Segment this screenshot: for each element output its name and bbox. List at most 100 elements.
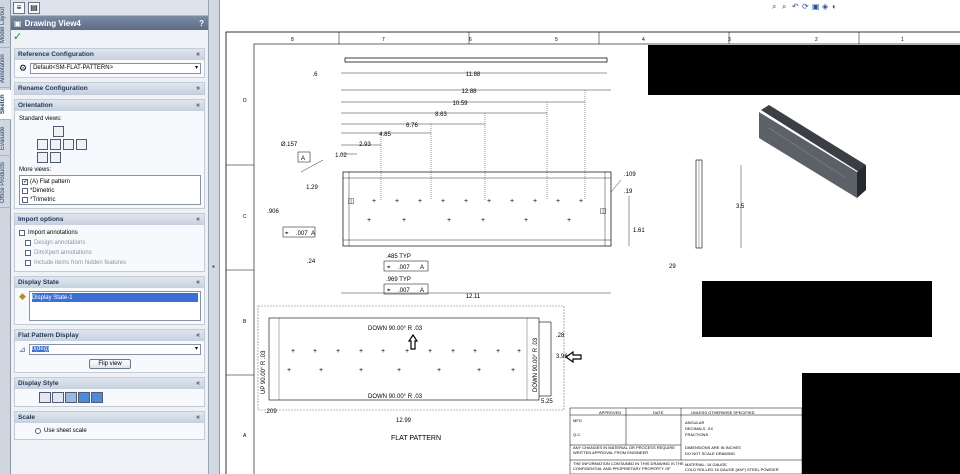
checkbox-icon — [22, 196, 28, 203]
panel-toolbar: ≡ ▤ — [11, 0, 208, 16]
hidden-features-checkbox[interactable]: Include items from hidden features — [19, 258, 201, 268]
reference-configuration-value: Default<SM-FLAT-PATTERN> — [33, 65, 114, 71]
display-state-header[interactable]: Display State « — [15, 277, 204, 288]
more-view-label: (A) Flat pattern — [30, 178, 71, 185]
view-top-button[interactable] — [53, 126, 64, 137]
gdt-frames: A ⌖ .007 A .485 TYP ⌖ .007 A .969 TYP ⌖ … — [282, 151, 429, 295]
checkbox-icon — [25, 240, 31, 246]
shaded-button[interactable] — [91, 392, 103, 403]
reference-configuration-select[interactable]: Default<SM-FLAT-PATTERN> ▾ — [30, 63, 201, 74]
panel-splitter[interactable]: ▪ — [209, 0, 220, 474]
dropdown-arrow-icon: ▾ — [194, 346, 198, 352]
dim-text: .906 — [267, 209, 279, 215]
collapse-chevron-icon: « — [196, 279, 200, 286]
panel-title: Drawing View4 — [24, 18, 81, 28]
svg-text:+: + — [481, 217, 485, 224]
tab-model-layout[interactable]: Model Layout — [0, 2, 11, 48]
dim-text: 1.02 — [335, 153, 347, 159]
display-style-heading: Display Style — [18, 380, 59, 387]
dim-text: 2.93 — [359, 142, 371, 148]
feature-tree-icon[interactable]: ≡ — [13, 1, 25, 14]
import-options-header[interactable]: Import options « — [15, 214, 204, 225]
orientation-header[interactable]: Orientation « — [15, 100, 204, 111]
svg-text:+: + — [359, 367, 363, 374]
list-item[interactable]: *Trimetric — [22, 195, 198, 204]
view-right-button[interactable] — [63, 139, 74, 150]
flat-pattern-display-header[interactable]: Flat Pattern Display « — [15, 330, 204, 341]
shaded-edges-button[interactable] — [78, 392, 90, 403]
svg-text:+: + — [447, 217, 451, 224]
datum-label: A — [301, 156, 305, 162]
view-back-button[interactable] — [76, 139, 87, 150]
reference-configuration-header[interactable]: Reference Configuration « — [15, 49, 204, 60]
checkbox-icon — [22, 187, 28, 194]
tab-evaluate[interactable]: Evaluate — [0, 122, 11, 156]
angle-icon: ⊿ — [19, 345, 26, 354]
list-item[interactable]: *Dimetric — [22, 186, 198, 195]
dim-text: 1.61 — [633, 228, 645, 234]
display-state-icon: ◆ — [19, 291, 26, 301]
svg-text:+: + — [510, 198, 514, 205]
design-annotations-checkbox[interactable]: Design annotations — [19, 238, 201, 248]
wireframe-style-button[interactable] — [39, 392, 51, 403]
graphics-area[interactable]: ⌕ ⌕ ↶ ⟳ ▣ ◈ ◐ 8 7 6 5 4 3 2 1 D C B A + … — [221, 0, 960, 474]
design-annotations-label: Design annotations — [34, 240, 86, 246]
svg-text:+: + — [451, 348, 455, 355]
display-state-heading: Display State — [18, 279, 59, 286]
use-sheet-scale-radio[interactable]: Use sheet scale — [19, 426, 201, 436]
property-manager-icon[interactable]: ▤ — [28, 1, 40, 14]
zone-col-label: 1 — [901, 37, 904, 43]
view-isometric-button[interactable] — [50, 152, 61, 163]
help-icon[interactable]: ? — [199, 19, 204, 28]
collapse-chevron-icon: « — [196, 51, 200, 58]
zone-col-label: 5 — [555, 37, 558, 43]
view-bottom-button[interactable] — [37, 152, 48, 163]
view-left-button[interactable] — [37, 139, 48, 150]
svg-text:+: + — [359, 348, 363, 355]
flip-view-button[interactable]: Flip view — [89, 359, 131, 369]
side-view — [695, 159, 703, 249]
collapse-chevron-icon: « — [196, 216, 200, 223]
arrow-up-icon — [407, 333, 419, 350]
dim-text: .28 — [556, 333, 565, 339]
svg-text:+: + — [487, 198, 491, 205]
zone-col-label: 2 — [815, 37, 818, 43]
property-manager-panel: ≡ ▤ ▣ Drawing View4 ? ✓ Reference Config… — [11, 0, 209, 474]
right-dims: .109 .19 1.61 3.5 29 — [610, 165, 745, 270]
svg-text:+: + — [397, 367, 401, 374]
typ-label: .485 TYP — [386, 254, 411, 260]
title-cell: ANGULAR — [685, 420, 704, 425]
display-style-header[interactable]: Display Style « — [15, 378, 204, 389]
hidden-lines-removed-button[interactable] — [65, 392, 77, 403]
svg-text:+: + — [524, 217, 528, 224]
flat-pattern-angle-select[interactable]: 0(deg) ▾ — [28, 344, 201, 355]
scale-heading: Scale — [18, 414, 35, 421]
title-cell: Q.C. — [573, 432, 581, 437]
flat-pattern-angle-value: 0(deg) — [31, 346, 50, 352]
orientation-group: Orientation « Standard views: More views… — [14, 99, 205, 209]
rename-configuration-header[interactable]: Rename Configuration » — [15, 83, 204, 94]
dim-text: 6.76 — [406, 123, 418, 129]
svg-text:+: + — [336, 348, 340, 355]
svg-text:+: + — [464, 198, 468, 205]
import-annotations-checkbox[interactable]: Import annotations — [19, 228, 201, 238]
title-cell: DATE — [653, 410, 664, 415]
position-icon: ⌖ — [387, 265, 391, 271]
hidden-lines-visible-button[interactable] — [52, 392, 64, 403]
svg-text:+: + — [511, 367, 515, 374]
svg-text:+: + — [556, 198, 560, 205]
tab-annotation[interactable]: Annotation — [0, 50, 11, 88]
configuration-icon: ⚙ — [19, 63, 28, 73]
list-item[interactable]: ✓ (A) Flat pattern — [22, 177, 198, 186]
flat-pattern-holes: + + + + + + + + + + + + + + + + + + — [287, 348, 521, 374]
more-view-label: *Trimetric — [30, 196, 56, 203]
checkbox-icon — [19, 230, 25, 236]
view-front-button[interactable] — [50, 139, 61, 150]
scale-header[interactable]: Scale « — [15, 412, 204, 423]
ok-button[interactable]: ✓ — [11, 30, 208, 44]
dimxpert-annotations-checkbox[interactable]: DimXpert annotations — [19, 248, 201, 258]
hole-callout: Ø.157 — [281, 142, 298, 148]
tab-office-products[interactable]: Office Products — [0, 158, 11, 208]
tab-sketch[interactable]: Sketch — [0, 90, 11, 120]
list-item[interactable]: Display State-1 — [31, 293, 198, 302]
